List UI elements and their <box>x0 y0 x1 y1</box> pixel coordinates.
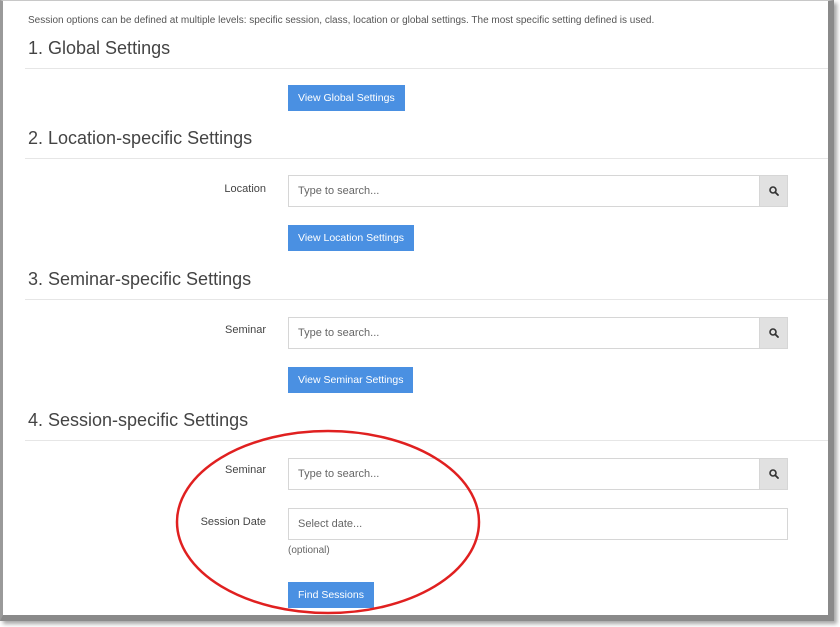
session-date-hint: (optional) <box>288 545 330 556</box>
view-seminar-settings-button[interactable]: View Seminar Settings <box>288 367 414 393</box>
find-sessions-button[interactable]: Find Sessions <box>288 582 374 608</box>
location-search-input[interactable] <box>288 175 759 207</box>
section-title-session: 4. Session-specific Settings <box>28 410 249 430</box>
divider <box>25 158 828 159</box>
divider <box>25 440 828 441</box>
location-search-group <box>288 175 788 207</box>
search-icon <box>768 186 779 196</box>
search-icon <box>768 328 779 338</box>
session-date-input[interactable] <box>288 508 788 540</box>
settings-panel: Session options can be defined at multip… <box>0 0 834 621</box>
session-seminar-search-input[interactable] <box>288 458 759 490</box>
search-icon <box>768 469 779 479</box>
location-search-button[interactable] <box>759 175 788 207</box>
session-seminar-search-group <box>288 458 788 490</box>
session-seminar-search-button[interactable] <box>759 458 788 490</box>
session-date-label: Session Date <box>200 516 266 528</box>
location-label: Location <box>224 183 266 195</box>
seminar-search-input[interactable] <box>288 317 759 349</box>
seminar-label: Seminar <box>225 324 266 336</box>
view-global-settings-button[interactable]: View Global Settings <box>288 85 405 111</box>
session-seminar-label: Seminar <box>225 464 266 476</box>
seminar-search-group <box>288 317 788 349</box>
intro-text: Session options can be defined at multip… <box>28 15 655 26</box>
divider <box>25 68 828 69</box>
section-title-seminar: 3. Seminar-specific Settings <box>28 269 252 289</box>
seminar-search-button[interactable] <box>759 317 788 349</box>
section-title-location: 2. Location-specific Settings <box>28 128 253 148</box>
section-title-global: 1. Global Settings <box>28 38 171 58</box>
view-location-settings-button[interactable]: View Location Settings <box>288 225 415 251</box>
divider <box>25 299 828 300</box>
